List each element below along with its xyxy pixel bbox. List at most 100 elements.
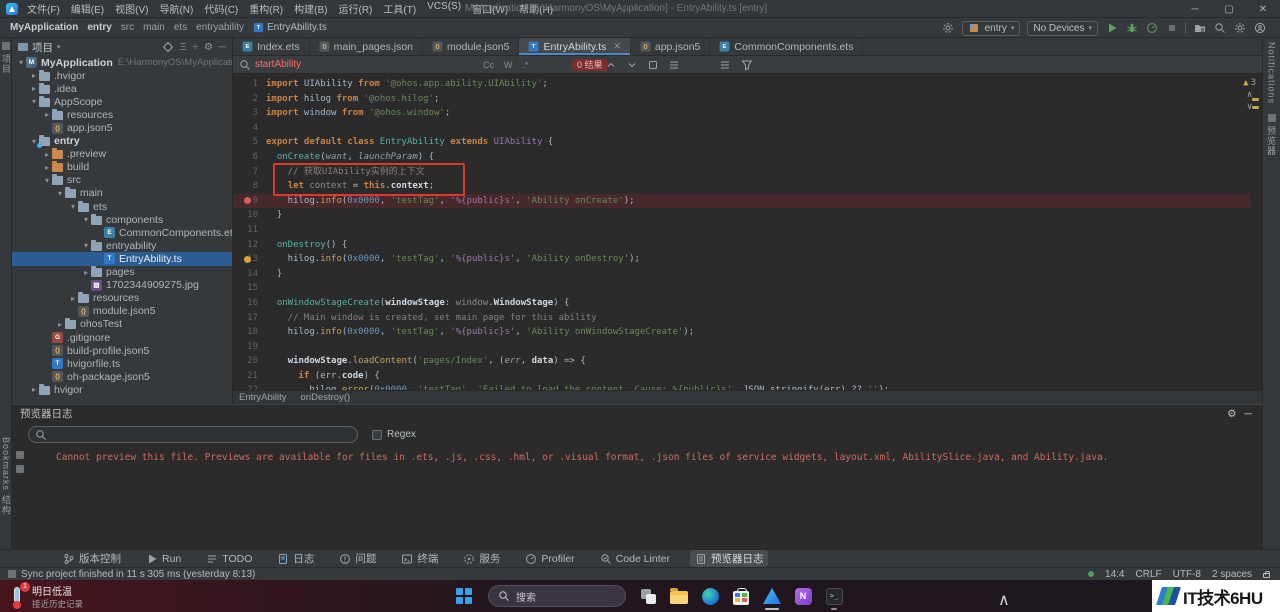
find-toggle-cc[interactable]: Cc bbox=[483, 60, 494, 70]
menu-item[interactable]: 构建(B) bbox=[292, 1, 329, 16]
tree-row[interactable]: G .gitignore bbox=[12, 331, 232, 344]
bookmark-dot-icon[interactable] bbox=[244, 255, 251, 263]
tree-expand-icon[interactable]: ▸ bbox=[29, 71, 39, 80]
tree-row[interactable]: ▾ entry bbox=[12, 135, 232, 148]
menu-item[interactable]: 视图(V) bbox=[113, 1, 150, 16]
find-filter-lines-icon[interactable] bbox=[719, 59, 731, 71]
tree-collapse-icon[interactable]: ▾ bbox=[55, 189, 65, 198]
tree-row[interactable]: ▨ 1702344909275.jpg bbox=[12, 279, 232, 292]
strip-label-previewer[interactable]: 预览器 bbox=[1265, 126, 1278, 156]
tool-window-button-play[interactable]: Run bbox=[141, 552, 186, 566]
breadcrumb-item[interactable]: main bbox=[143, 22, 165, 33]
caret-position[interactable]: 14:4 bbox=[1105, 569, 1124, 580]
tree-row[interactable]: ▸ .preview bbox=[12, 148, 232, 161]
minimize-icon[interactable]: ─ bbox=[1178, 0, 1212, 18]
tool-window-button-todo[interactable]: TODO bbox=[201, 552, 257, 566]
hide-panel-icon[interactable]: ─ bbox=[219, 42, 226, 53]
account-avatar-icon[interactable] bbox=[1253, 22, 1266, 35]
start-button[interactable] bbox=[456, 588, 472, 604]
settings-gear-icon[interactable] bbox=[1233, 22, 1246, 35]
project-tool-icon[interactable] bbox=[1, 42, 10, 50]
indent-style[interactable]: 2 spaces bbox=[1212, 569, 1252, 580]
find-select-all-icon[interactable] bbox=[647, 59, 659, 71]
taskbar-search[interactable]: 搜索 bbox=[488, 585, 626, 607]
previewer-log-title[interactable]: 预览器日志 bbox=[20, 406, 73, 421]
find-search-icon[interactable] bbox=[239, 59, 251, 71]
tree-row[interactable]: ▾ AppScope bbox=[12, 95, 232, 108]
task-view-icon[interactable] bbox=[636, 584, 660, 608]
menu-item[interactable]: 编辑(E) bbox=[69, 1, 106, 16]
tree-row[interactable]: ▾ components bbox=[12, 213, 232, 226]
editor-tab[interactable]: E CommonComponents.ets bbox=[710, 38, 864, 55]
scroll-to-end-icon[interactable] bbox=[16, 465, 24, 473]
tree-row[interactable]: ▸ hvigor bbox=[12, 383, 232, 396]
find-funnel-icon[interactable] bbox=[741, 59, 753, 71]
device-file-browser-icon[interactable] bbox=[1193, 22, 1206, 35]
breadcrumb-method[interactable]: onDestroy() bbox=[301, 392, 351, 403]
tree-collapse-icon[interactable]: ▾ bbox=[16, 58, 26, 67]
file-encoding[interactable]: UTF-8 bbox=[1173, 569, 1201, 580]
tray-chevron-up-icon[interactable]: ∧ bbox=[998, 590, 1010, 610]
editor-tab[interactable]: T EntryAbility.ts ✕ bbox=[519, 38, 631, 55]
tree-expand-icon[interactable]: ▸ bbox=[42, 150, 52, 159]
tree-row[interactable]: {} app.json5 bbox=[12, 121, 232, 134]
module-selector[interactable]: entry ▾ bbox=[961, 20, 1021, 36]
editor-tab[interactable]: {} app.json5 bbox=[631, 38, 711, 55]
run-button[interactable] bbox=[1105, 22, 1118, 35]
previewer-tool-icon[interactable] bbox=[1267, 114, 1276, 123]
tree-row[interactable]: {} build-profile.json5 bbox=[12, 344, 232, 357]
regex-checkbox-box[interactable] bbox=[372, 429, 382, 440]
breadcrumb-file[interactable]: T EntryAbility.ts bbox=[253, 22, 327, 33]
breadcrumb-item[interactable]: entry bbox=[87, 22, 111, 33]
tool-window-button-doc-lines[interactable]: 预览器日志 bbox=[689, 550, 769, 567]
tree-row[interactable]: {} oh-package.json5 bbox=[12, 370, 232, 383]
tool-window-button-branch[interactable]: 版本控制 bbox=[58, 550, 126, 567]
breadcrumb-item[interactable]: MyApplication bbox=[10, 22, 78, 33]
tree-row[interactable]: ▾ src bbox=[12, 174, 232, 187]
strip-label-bookmarks[interactable]: Bookmarks bbox=[1, 437, 11, 491]
tree-expand-icon[interactable]: ▸ bbox=[55, 320, 65, 329]
profiler-button[interactable] bbox=[1145, 22, 1158, 35]
soft-wrap-icon[interactable] bbox=[16, 451, 24, 459]
find-highlight-icon[interactable] bbox=[668, 59, 680, 71]
tree-row[interactable]: ▸ pages bbox=[12, 266, 232, 279]
find-next-icon[interactable] bbox=[626, 59, 638, 71]
find-toggle-[interactable]: .* bbox=[523, 60, 529, 70]
tree-row[interactable]: ▾ main bbox=[12, 187, 232, 200]
event-log-icon[interactable] bbox=[8, 570, 16, 578]
panel-minimize-icon[interactable]: ─ bbox=[1245, 408, 1252, 420]
device-selector[interactable]: No Devices ▾ bbox=[1027, 20, 1098, 36]
menu-item[interactable]: 代码(C) bbox=[202, 1, 240, 16]
windows-terminal-icon[interactable]: >_ bbox=[822, 584, 846, 610]
tree-expand-icon[interactable]: ▸ bbox=[81, 268, 91, 277]
stop-button[interactable] bbox=[1165, 22, 1178, 35]
tree-row[interactable]: ▸ build bbox=[12, 161, 232, 174]
tree-collapse-icon[interactable]: ▾ bbox=[81, 241, 91, 250]
tree-expand-icon[interactable]: ▸ bbox=[29, 385, 39, 394]
maximize-icon[interactable]: ▢ bbox=[1212, 0, 1246, 18]
edge-icon[interactable] bbox=[698, 584, 722, 608]
breadcrumb-class[interactable]: EntryAbility bbox=[239, 392, 287, 403]
code-text[interactable]: import UIAbility from '@ohos.app.ability… bbox=[266, 77, 1248, 390]
regex-checkbox[interactable]: Regex bbox=[372, 429, 416, 440]
breadcrumb-item[interactable]: ets bbox=[174, 22, 187, 33]
tree-collapse-icon[interactable]: ▾ bbox=[68, 202, 78, 211]
close-icon[interactable]: ✕ bbox=[1246, 0, 1280, 18]
locate-file-icon[interactable] bbox=[162, 41, 174, 53]
tool-window-button-services[interactable]: 服务 bbox=[458, 550, 505, 567]
file-explorer-icon[interactable] bbox=[667, 584, 691, 608]
tree-expand-icon[interactable]: ▸ bbox=[68, 294, 78, 303]
menu-item[interactable]: 运行(R) bbox=[336, 1, 374, 16]
tree-collapse-icon[interactable]: ▾ bbox=[81, 215, 91, 224]
expand-options-icon[interactable]: ÷ bbox=[192, 42, 198, 53]
line-number-gutter[interactable]: 12345678910111213141516171819202122 bbox=[233, 77, 261, 390]
log-search-input[interactable] bbox=[28, 426, 358, 443]
tree-expand-icon[interactable]: ▸ bbox=[42, 163, 52, 172]
tool-window-button-lint[interactable]: Code Linter bbox=[595, 552, 675, 566]
menu-item[interactable]: 重构(R) bbox=[247, 1, 285, 16]
tree-row[interactable]: ▾ ets bbox=[12, 200, 232, 213]
search-everywhere-icon[interactable] bbox=[1213, 22, 1226, 35]
editor-tab[interactable]: E Index.ets bbox=[233, 38, 310, 55]
line-separator[interactable]: CRLF bbox=[1136, 569, 1162, 580]
find-query-input[interactable]: startAbility bbox=[255, 59, 301, 70]
